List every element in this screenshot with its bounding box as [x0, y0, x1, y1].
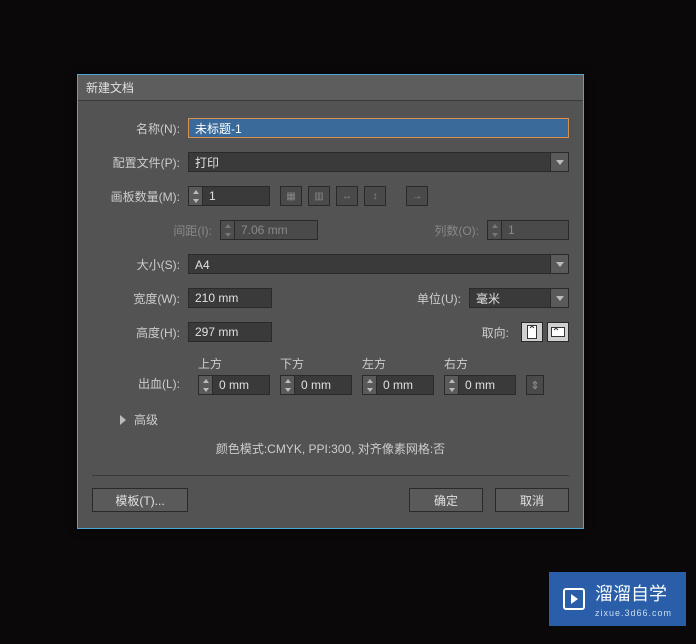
size-row: 大小(S): A4	[92, 253, 569, 275]
size-select[interactable]: A4	[188, 254, 569, 274]
profile-select[interactable]: 打印	[188, 152, 569, 172]
dialog-title: 新建文档	[86, 81, 134, 95]
bleed-left-label: 左方	[362, 355, 434, 372]
dialog-footer: 模板(T)... 确定 取消	[92, 488, 569, 514]
play-icon	[563, 588, 585, 610]
orientation-portrait-button[interactable]	[521, 322, 543, 342]
ok-button[interactable]: 确定	[409, 488, 483, 512]
bleed-left-spinner[interactable]	[362, 375, 376, 395]
profile-value: 打印	[188, 152, 551, 172]
columns-label: 列数(O):	[407, 222, 487, 239]
bleed-bottom-input[interactable]	[294, 375, 352, 395]
arrange-col-icon[interactable]: ↕	[364, 186, 386, 206]
spacing-label: 间距(I):	[92, 222, 220, 239]
spacing-row: 间距(I): 列数(O):	[92, 219, 569, 241]
bleed-left-field: 左方	[362, 355, 434, 395]
width-label: 宽度(W):	[92, 290, 188, 307]
profile-row: 配置文件(P): 打印	[92, 151, 569, 173]
artboards-input[interactable]	[202, 186, 270, 206]
grid-by-col-icon[interactable]: ▥	[308, 186, 330, 206]
spacing-input	[234, 220, 318, 240]
artboards-row: 画板数量(M): ▦ ▥ ↔ ↕	[92, 185, 569, 207]
bleed-top-label: 上方	[198, 355, 270, 372]
name-input[interactable]	[188, 118, 569, 138]
height-label: 高度(H):	[92, 324, 188, 341]
bleed-top-spinner[interactable]	[198, 375, 212, 395]
size-value: A4	[188, 254, 551, 274]
direction-icon[interactable]	[406, 186, 428, 206]
units-select[interactable]: 毫米	[469, 288, 569, 308]
cancel-button[interactable]: 取消	[495, 488, 569, 512]
height-row: 高度(H): 取向:	[92, 321, 569, 343]
bleed-bottom-label: 下方	[280, 355, 352, 372]
height-input[interactable]	[188, 322, 272, 342]
name-row: 名称(N):	[92, 117, 569, 139]
units-value: 毫米	[469, 288, 551, 308]
watermark: 溜溜自学 zixue.3d66.com	[549, 572, 686, 626]
bleed-left-input[interactable]	[376, 375, 434, 395]
bleed-bottom-field: 下方	[280, 355, 352, 395]
bleed-top-field: 上方	[198, 355, 270, 395]
bleed-right-field: 右方	[444, 355, 516, 395]
disclosure-arrow-icon	[120, 415, 126, 425]
bleed-right-label: 右方	[444, 355, 516, 372]
chevron-down-icon[interactable]	[551, 288, 569, 308]
grid-by-row-icon[interactable]: ▦	[280, 186, 302, 206]
bleed-row: 出血(L): 上方 下方 左方	[92, 355, 569, 395]
advanced-label: 高级	[134, 411, 158, 428]
watermark-brand: 溜溜自学	[595, 580, 672, 606]
chevron-down-icon[interactable]	[551, 152, 569, 172]
arrange-row-icon[interactable]: ↔	[336, 186, 358, 206]
separator	[92, 475, 569, 476]
new-document-dialog: 新建文档 名称(N): 配置文件(P): 打印 画板数量(M): ▦ ▥ ↔ ↕	[77, 74, 584, 529]
mode-summary: 颜色模式:CMYK, PPI:300, 对齐像素网格:否	[92, 440, 569, 457]
link-bleed-icon[interactable]: ⇕	[526, 375, 544, 395]
advanced-toggle[interactable]: 高级	[120, 411, 569, 428]
watermark-url: zixue.3d66.com	[595, 608, 672, 618]
chevron-down-icon[interactable]	[551, 254, 569, 274]
profile-label: 配置文件(P):	[92, 154, 188, 171]
spacing-spinner	[220, 220, 234, 240]
artboards-label: 画板数量(M):	[92, 188, 188, 205]
bleed-right-input[interactable]	[458, 375, 516, 395]
bleed-bottom-spinner[interactable]	[280, 375, 294, 395]
columns-spinner	[487, 220, 501, 240]
orientation-landscape-button[interactable]	[547, 322, 569, 342]
bleed-label: 出血(L):	[92, 375, 188, 395]
size-label: 大小(S):	[92, 256, 188, 273]
templates-button[interactable]: 模板(T)...	[92, 488, 188, 512]
bleed-right-spinner[interactable]	[444, 375, 458, 395]
artboard-layout-buttons: ▦ ▥ ↔ ↕	[280, 186, 428, 206]
name-label: 名称(N):	[92, 120, 188, 137]
bleed-top-input[interactable]	[212, 375, 270, 395]
units-label: 单位(U):	[389, 290, 469, 307]
dialog-titlebar[interactable]: 新建文档	[78, 75, 583, 101]
artboards-spinner[interactable]	[188, 186, 202, 206]
dialog-content: 名称(N): 配置文件(P): 打印 画板数量(M): ▦ ▥ ↔ ↕	[78, 101, 583, 528]
orientation-label: 取向:	[437, 324, 517, 341]
columns-input	[501, 220, 569, 240]
width-input[interactable]	[188, 288, 272, 308]
width-row: 宽度(W): 单位(U): 毫米	[92, 287, 569, 309]
